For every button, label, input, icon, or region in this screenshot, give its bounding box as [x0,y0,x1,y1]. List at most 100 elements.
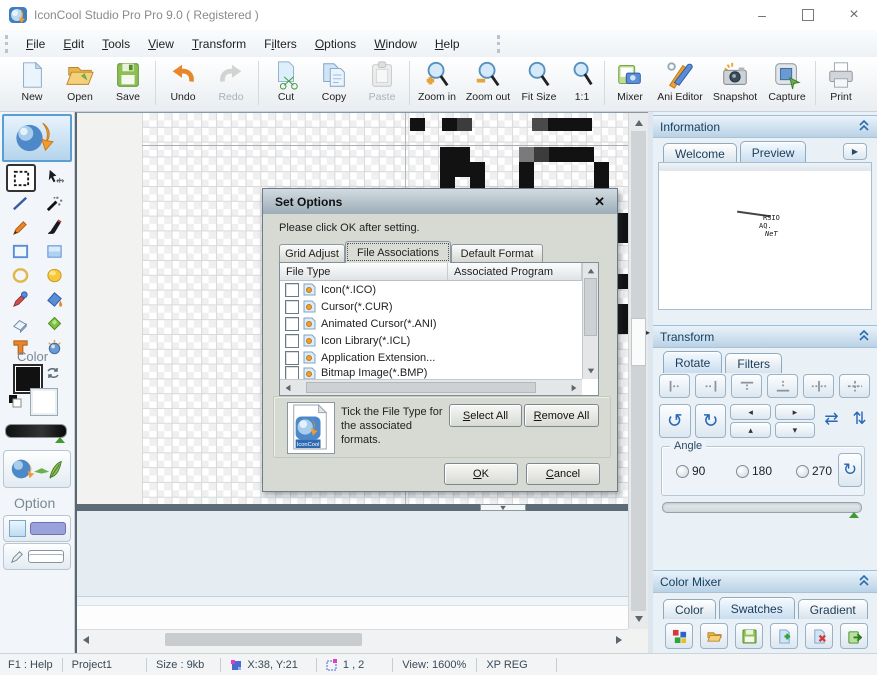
align-top-button[interactable] [731,374,762,398]
checkbox[interactable] [285,316,299,331]
gradient-fill-tool[interactable] [40,310,68,336]
list-vscroll-thumb[interactable] [584,278,597,336]
tab-file-associations[interactable]: File Associations [345,241,451,263]
angle-90-radio[interactable] [676,465,689,478]
dialog-title-bar[interactable]: Set Options ✕ [263,189,617,214]
align-right-button[interactable] [695,374,726,398]
export-swatch-button[interactable] [840,623,868,649]
nudge-down-button[interactable]: ▾ [774,422,816,438]
scroll-right-icon[interactable] [571,384,577,392]
magic-wand-tool[interactable] [40,190,68,216]
color-picker-tool[interactable] [6,286,34,312]
save-swatch-button[interactable] [735,623,763,649]
center-horizontal-button[interactable] [803,374,834,398]
scroll-right-icon[interactable] [616,636,622,644]
snapshot-button[interactable]: Snapshot [708,57,762,110]
scroll-left-icon[interactable] [285,384,291,392]
open-swatch-button[interactable] [700,623,728,649]
brush-tool[interactable] [40,214,68,240]
tab-swatches[interactable]: Swatches [718,597,795,619]
checkbox[interactable] [285,282,299,297]
canvas-hscrollbar[interactable] [77,629,628,649]
eraser-tool[interactable] [6,310,34,336]
list-row-ani[interactable]: Animated Cursor(*.ANI) [280,315,582,332]
nudge-right-button[interactable]: ▸ [774,404,816,420]
scroll-left-icon[interactable] [83,636,89,644]
shade-slider[interactable] [5,424,67,438]
filled-ellipse-tool[interactable] [40,262,68,288]
rotate-ccw-button[interactable]: ↺ [659,404,691,438]
ellipse-tool[interactable] [6,262,34,288]
scroll-up-icon[interactable] [635,120,643,126]
remove-all-button[interactable]: Remove All [524,404,599,427]
hscroll-thumb[interactable] [165,633,362,646]
collapse-chevron-icon[interactable] [858,119,870,134]
shape-option-button[interactable] [3,515,71,542]
pencil-tool[interactable] [6,214,34,240]
menu-options[interactable]: Options [306,33,365,55]
menu-view[interactable]: View [139,33,183,55]
rectangle-tool[interactable] [6,238,34,264]
tab-gradient[interactable]: Gradient [797,599,868,619]
nudge-left-button[interactable]: ◂ [730,404,771,420]
fit-size-button[interactable]: Fit Size [515,57,563,110]
open-button[interactable]: Open [56,57,104,110]
nudge-up-button[interactable]: ▴ [730,422,771,438]
angle-180-radio[interactable] [736,465,749,478]
scroll-down-icon[interactable] [587,368,595,374]
list-row-exe[interactable]: Application Extension... [280,349,582,366]
canvas-vscrollbar[interactable] [628,113,648,629]
print-button[interactable]: Print [819,57,863,110]
color-mixer-header[interactable]: Color Mixer [653,570,877,593]
default-colors-icon[interactable] [8,394,22,411]
tab-filters[interactable]: Filters [725,353,783,373]
flip-vertical-button[interactable]: ⇅ [848,404,871,434]
vscroll-track[interactable] [631,131,646,611]
maximize-button[interactable] [785,0,831,30]
tab-welcome[interactable]: Welcome [663,143,737,163]
cut-button[interactable]: Cut [262,57,310,110]
angle-270-radio[interactable] [796,465,809,478]
list-hscroll-thumb[interactable] [306,382,536,393]
rotate-cw-button[interactable]: ↻ [694,404,727,438]
background-color-swatch[interactable] [30,388,58,416]
cancel-button[interactable]: Cancel [526,463,600,485]
close-button[interactable]: × [831,0,877,30]
fill-bucket-tool[interactable] [40,286,68,312]
list-hscrollbar[interactable] [280,379,582,395]
swap-colors-icon[interactable] [46,366,60,383]
scroll-up-icon[interactable] [587,268,595,274]
menu-tools[interactable]: Tools [93,33,139,55]
list-row-icl[interactable]: Icon Library(*.ICL) [280,332,582,349]
zoom-out-button[interactable]: Zoom out [461,57,515,110]
collapse-chevron-icon[interactable] [858,329,870,344]
tab-rotate[interactable]: Rotate [663,351,723,373]
add-swatch-button[interactable] [770,623,798,649]
undo-button[interactable]: Undo [159,57,207,110]
flip-horizontal-button[interactable]: ⇄ [819,404,844,434]
align-bottom-button[interactable] [767,374,798,398]
pen-option-button[interactable] [3,543,71,570]
ani-editor-button[interactable]: Ani Editor [652,57,708,110]
tab-color[interactable]: Color [663,599,716,619]
filled-rectangle-tool[interactable] [40,238,68,264]
select-all-button[interactable]: Select All [449,404,522,427]
file-type-list[interactable]: File Type Associated Program Icon(*.ICO)… [279,262,599,396]
select-marquee-tool[interactable] [6,164,36,192]
tab-preview[interactable]: Preview [739,141,807,163]
checkbox[interactable] [285,366,299,380]
new-button[interactable]: New [8,57,56,110]
delete-swatch-button[interactable] [805,623,833,649]
menu-file[interactable]: File [17,33,54,55]
list-vscrollbar[interactable] [582,263,598,379]
zoom-in-button[interactable]: Zoom in [413,57,461,110]
checkbox[interactable] [285,299,299,314]
tab-scroll-button[interactable]: ▶ [843,143,867,160]
center-both-button[interactable] [839,374,870,398]
ok-button[interactable]: OK [444,463,518,485]
minimize-button[interactable]: – [739,0,785,30]
canvas-split-divider[interactable] [77,504,628,511]
tab-default-format[interactable]: Default Format [451,244,543,263]
checkbox[interactable] [285,333,299,348]
list-row-bmp[interactable]: Bitmap Image(*.BMP) [280,366,582,380]
